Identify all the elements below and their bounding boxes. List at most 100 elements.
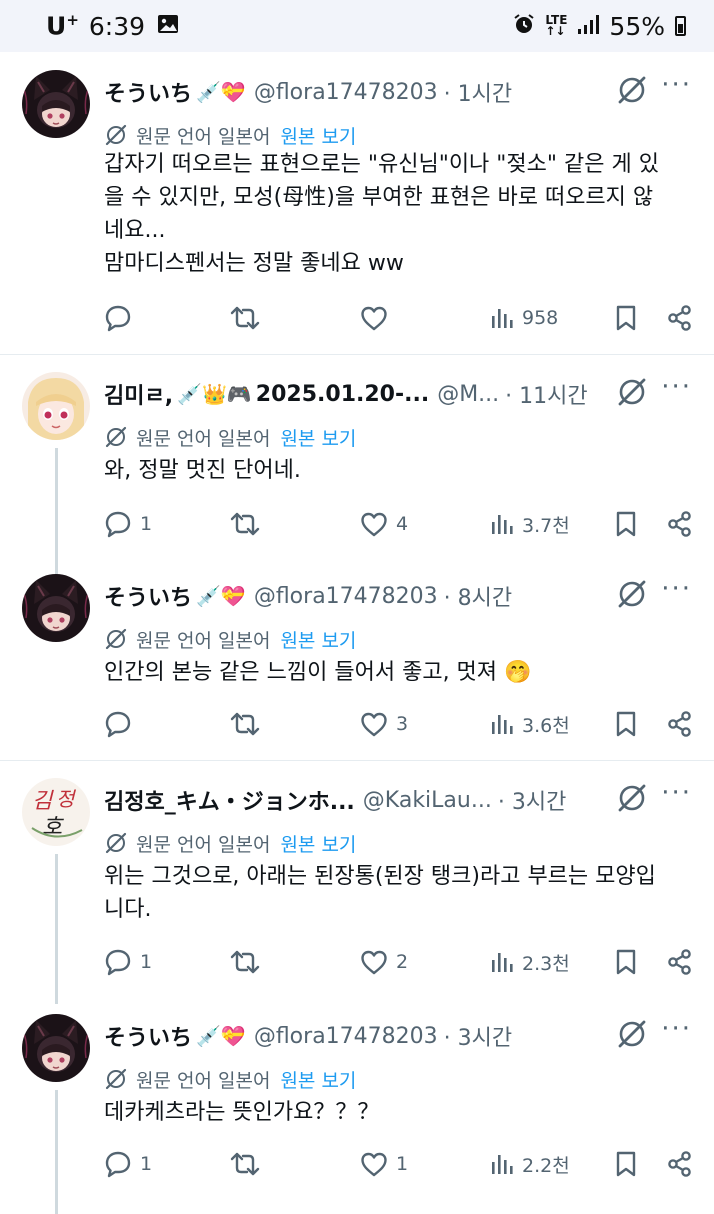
timestamp[interactable]: · 3시간 (498, 784, 566, 816)
text-line: 네요... (104, 218, 166, 243)
more-options-icon[interactable]: ··· (661, 70, 692, 100)
retweet-icon (230, 948, 260, 976)
views-icon (490, 512, 514, 536)
translation-label: 원문 언어 일본어 (136, 629, 271, 652)
translate-icon (104, 425, 128, 449)
svg-text:정: 정 (56, 787, 77, 811)
reply-button[interactable]: 1 (104, 944, 152, 980)
grok-icon[interactable] (616, 782, 648, 814)
status-bar: U+ 6:39 LTE ↑↓ 55% (0, 0, 714, 52)
display-name[interactable]: そういち (104, 76, 192, 108)
reply-icon (104, 1150, 132, 1178)
share-button[interactable] (666, 506, 694, 542)
timestamp[interactable]: · 1시간 (444, 76, 512, 108)
share-button[interactable] (666, 300, 694, 336)
reply-icon (104, 304, 132, 332)
retweet-button[interactable] (230, 706, 260, 742)
reply-button[interactable]: 1 (104, 1146, 152, 1182)
reply-button[interactable] (104, 300, 132, 336)
text-line: 니다. (104, 897, 152, 922)
display-name-suffix[interactable]: 2025.01.20-... (256, 382, 429, 407)
views-button[interactable]: 3.6천 (490, 706, 570, 742)
tweet-text: 와, 정말 멋진 단어네. (104, 454, 694, 487)
views-button[interactable]: 958 (490, 300, 558, 336)
tweet-actions: 1 1 2.2천 (104, 1146, 696, 1182)
share-icon (666, 510, 694, 538)
like-button[interactable]: 3 (360, 706, 408, 742)
views-button[interactable]: 2.3천 (490, 944, 570, 980)
like-button[interactable]: 2 (360, 944, 408, 980)
views-button[interactable]: 3.7천 (490, 506, 570, 542)
user-handle[interactable]: @flora17478203 (254, 584, 438, 609)
views-count: 3.6천 (522, 714, 570, 737)
bookmark-button[interactable] (614, 1146, 638, 1182)
svg-text:김: 김 (32, 789, 54, 814)
timestamp[interactable]: · 3시간 (444, 1020, 512, 1052)
like-button[interactable] (360, 300, 388, 336)
display-name[interactable]: 김정호_キム・ジョンホ... (104, 784, 355, 816)
avatar[interactable] (22, 70, 90, 138)
user-handle[interactable]: @flora17478203 (254, 1024, 438, 1049)
display-name[interactable]: 김미ㄹ, (104, 378, 173, 410)
like-button[interactable]: 4 (360, 506, 408, 542)
text-line: 위는 그것으로, 아래는 된장통(된장 탱크)라고 부르는 모양입 (104, 864, 656, 889)
reply-count: 1 (140, 951, 153, 973)
clock: 6:39 (88, 11, 146, 41)
bookmark-icon (614, 1150, 638, 1178)
tweet-text: 데카케츠라는 뜻인가요？？？ (104, 1096, 694, 1129)
share-button[interactable] (666, 706, 694, 742)
bookmark-button[interactable] (614, 706, 638, 742)
retweet-button[interactable] (230, 1146, 260, 1182)
reply-button[interactable]: 1 (104, 506, 152, 542)
avatar[interactable] (22, 372, 90, 440)
tweet-actions: 958 (104, 300, 696, 336)
display-name[interactable]: そういち (104, 1020, 192, 1052)
display-name[interactable]: そういち (104, 580, 192, 612)
user-handle[interactable]: @M... (437, 382, 499, 407)
more-options-icon[interactable]: ··· (661, 574, 692, 604)
user-handle[interactable]: @KakiLau... (363, 788, 492, 813)
network-type: LTE ↑↓ (545, 13, 568, 38)
thread-line (55, 448, 58, 586)
share-button[interactable] (666, 944, 694, 980)
share-button[interactable] (666, 1146, 694, 1182)
views-button[interactable]: 2.2천 (490, 1146, 570, 1182)
bookmark-button[interactable] (614, 506, 638, 542)
grok-icon[interactable] (616, 1018, 648, 1050)
show-original-link[interactable]: 원본 보기 (280, 626, 356, 653)
like-count: 1 (396, 1153, 409, 1175)
more-options-icon[interactable]: ··· (661, 372, 692, 402)
grok-icon[interactable] (616, 578, 648, 610)
bookmark-button[interactable] (614, 944, 638, 980)
share-icon (666, 710, 694, 738)
show-original-link[interactable]: 원본 보기 (280, 424, 356, 451)
more-options-icon[interactable]: ··· (661, 1014, 692, 1044)
grok-icon[interactable] (616, 74, 648, 106)
timestamp[interactable]: · 11시간 (505, 378, 587, 410)
show-original-link[interactable]: 원본 보기 (280, 122, 356, 149)
grok-icon[interactable] (616, 376, 648, 408)
avatar[interactable] (22, 574, 90, 642)
retweet-button[interactable] (230, 944, 260, 980)
retweet-button[interactable] (230, 300, 260, 336)
text-line: 맘마디스펜서는 정말 좋네요 ww (104, 251, 404, 276)
text-line: 데카케츠라는 뜻인가요？？？ (104, 1100, 380, 1125)
show-original-link[interactable]: 원본 보기 (280, 1066, 356, 1093)
like-button[interactable]: 1 (360, 1146, 408, 1182)
views-icon (490, 950, 514, 974)
tweet-actions: 1 4 3.7천 (104, 506, 696, 542)
translation-notice: 원문 언어 일본어 원본 보기 (104, 120, 356, 150)
tweet-actions: 3 3.6천 (104, 706, 696, 742)
like-icon (360, 949, 388, 975)
views-count: 958 (522, 307, 559, 329)
show-original-link[interactable]: 원본 보기 (280, 830, 356, 857)
avatar[interactable]: 김 정 호 (22, 778, 90, 846)
retweet-button[interactable] (230, 506, 260, 542)
translation-label: 원문 언어 일본어 (136, 125, 271, 148)
user-handle[interactable]: @flora17478203 (254, 80, 438, 105)
avatar[interactable] (22, 1014, 90, 1082)
timestamp[interactable]: · 8시간 (444, 580, 512, 612)
more-options-icon[interactable]: ··· (661, 778, 692, 808)
reply-button[interactable] (104, 706, 132, 742)
bookmark-button[interactable] (614, 300, 638, 336)
